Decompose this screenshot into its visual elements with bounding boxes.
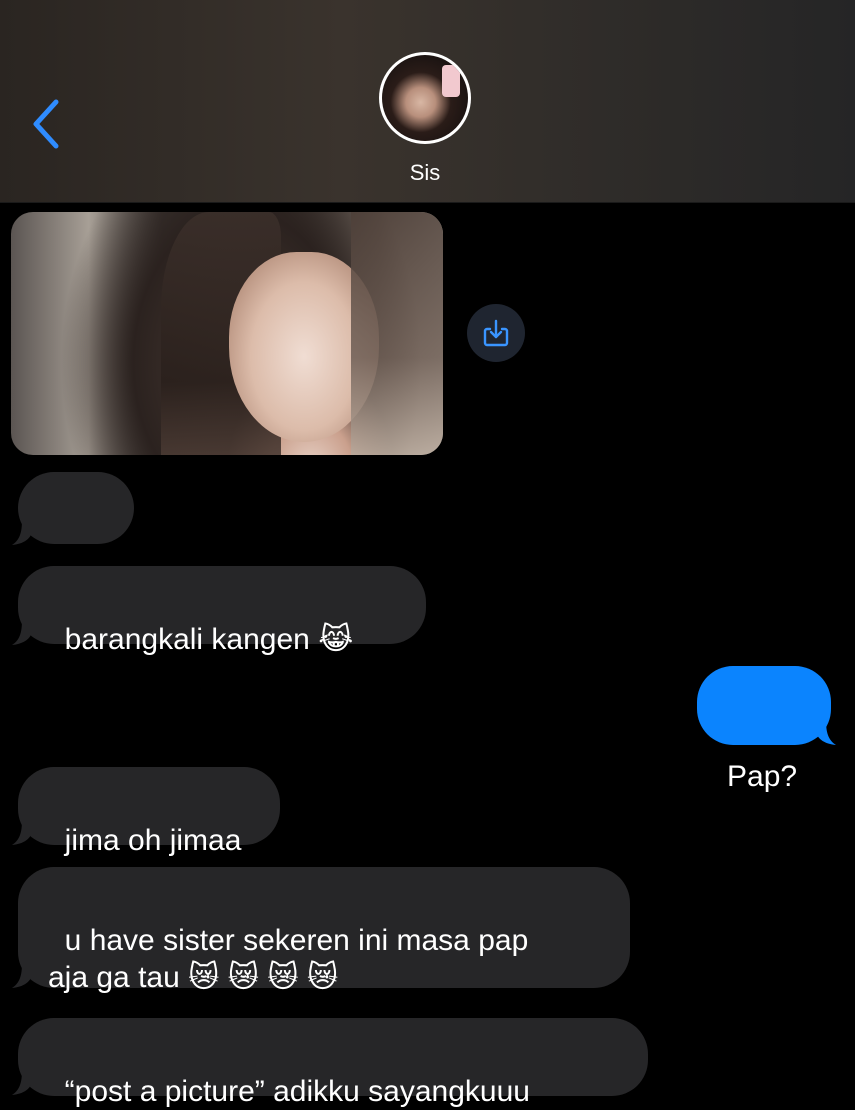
message-text: jima oh jimaa — [64, 824, 242, 857]
avatar-phone-detail — [442, 65, 460, 97]
bubble-tail — [12, 820, 32, 845]
incoming-message[interactable]: barangkali kangen 😹 — [18, 566, 426, 656]
chevron-left-icon — [33, 99, 59, 149]
save-photo-button[interactable] — [467, 304, 525, 362]
share-download-icon — [483, 319, 509, 347]
message-text: “post a picture” adikku sayangkuuu — [64, 1075, 530, 1108]
incoming-message[interactable]: “post a picture” adikku sayangkuuu — [18, 1018, 648, 1108]
bubble-tail — [12, 963, 32, 988]
incoming-message[interactable]: jima oh jimaa — [18, 767, 280, 857]
conversation-header: Sis — [0, 0, 855, 203]
bubble-tail — [12, 520, 32, 545]
photo-hair-right — [351, 212, 443, 455]
contact-name[interactable]: Sis — [0, 160, 850, 186]
back-button[interactable] — [26, 96, 66, 152]
message-text: barangkali kangen 😹 — [64, 623, 354, 656]
bubble-tail — [12, 1070, 32, 1095]
incoming-message[interactable]: pap — [18, 472, 134, 599]
incoming-message[interactable]: u have sister sekeren ini masa pap aja g… — [18, 867, 630, 994]
contact-avatar[interactable] — [379, 52, 471, 144]
bubble-tail — [816, 720, 836, 745]
avatar-photo — [382, 55, 468, 141]
photo-message[interactable] — [11, 212, 443, 455]
bubble-tail — [12, 620, 32, 645]
message-text: u have sister sekeren ini masa pap aja g… — [48, 924, 529, 994]
message-text: Pap? — [727, 760, 798, 793]
outgoing-message[interactable]: Pap? — [697, 666, 831, 793]
